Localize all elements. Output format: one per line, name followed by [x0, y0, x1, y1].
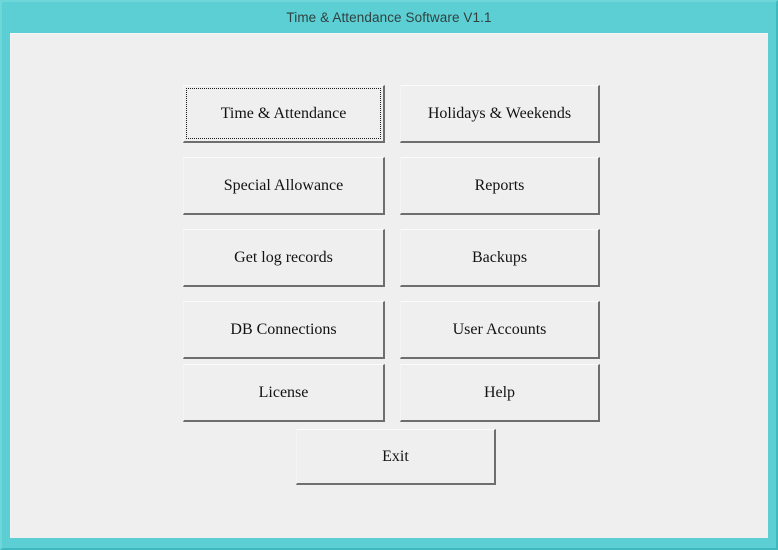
- backups-button-label: Backups: [471, 248, 528, 266]
- license-button-label: License: [258, 383, 309, 401]
- special-allowance-button[interactable]: Special Allowance: [183, 157, 385, 215]
- window-title: Time & Attendance Software V1.1: [286, 10, 492, 25]
- backups-button[interactable]: Backups: [400, 229, 600, 287]
- special-allowance-button-label: Special Allowance: [223, 176, 344, 194]
- get-log-records-button[interactable]: Get log records: [183, 229, 385, 287]
- get-log-records-button-label: Get log records: [234, 248, 333, 266]
- time-and-attendance-button[interactable]: Time & Attendance: [183, 85, 385, 143]
- user-accounts-button-label: User Accounts: [452, 320, 547, 338]
- help-button[interactable]: Help: [400, 364, 600, 422]
- exit-button-label: Exit: [382, 447, 409, 465]
- holidays-and-weekends-button-label: Holidays & Weekends: [427, 104, 572, 122]
- help-button-label: Help: [483, 383, 516, 401]
- reports-button[interactable]: Reports: [400, 157, 600, 215]
- db-connections-button-label: DB Connections: [230, 320, 337, 338]
- db-connections-button[interactable]: DB Connections: [183, 301, 385, 359]
- reports-button-label: Reports: [474, 176, 525, 194]
- application-window: Time & Attendance Software V1.1 Time & A…: [0, 0, 778, 550]
- exit-button[interactable]: Exit: [296, 429, 496, 485]
- user-accounts-button[interactable]: User Accounts: [400, 301, 600, 359]
- time-and-attendance-button-label: Time & Attendance: [186, 88, 381, 139]
- license-button[interactable]: License: [183, 364, 385, 422]
- holidays-and-weekends-button[interactable]: Holidays & Weekends: [400, 85, 600, 143]
- title-bar: Time & Attendance Software V1.1: [2, 2, 776, 33]
- main-menu-panel: Time & Attendance Holidays & Weekends Sp…: [10, 33, 768, 538]
